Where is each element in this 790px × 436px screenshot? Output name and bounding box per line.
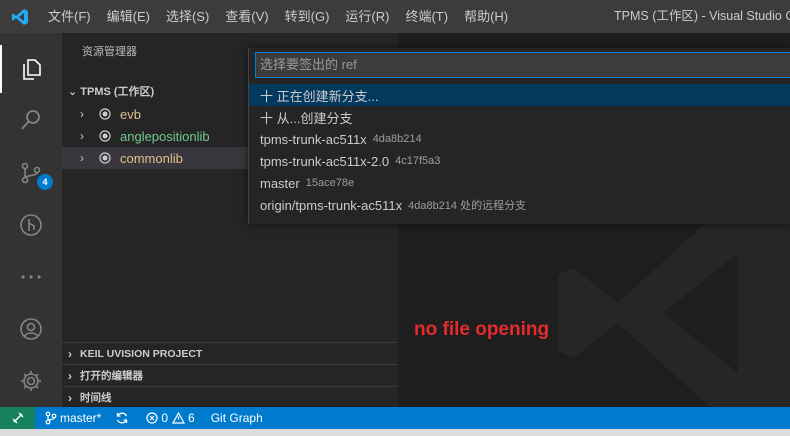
branch-name: master* xyxy=(60,411,102,425)
item-label: 十 从...创建分支 xyxy=(260,110,353,126)
checkout-quick-pick: 选择要签出的 ref 十 正在创建新分支... 十 从...创建分支 tpms-… xyxy=(248,48,790,224)
branch-status[interactable]: master* xyxy=(45,411,101,425)
item-commit: 15ace78e xyxy=(305,177,355,189)
explorer-icon[interactable] xyxy=(0,45,62,93)
menu-go[interactable]: 转到(G) xyxy=(277,0,338,33)
item-label: origin/tpms-trunk-ac511x xyxy=(260,197,403,213)
menu-view[interactable]: 查看(V) xyxy=(217,0,276,33)
chevron-right-icon: › xyxy=(68,346,72,361)
vscode-logo-icon xyxy=(0,0,40,33)
menu-run[interactable]: 运行(R) xyxy=(337,0,397,33)
account-icon[interactable] xyxy=(0,305,62,353)
section-label: KEIL UVISION PROJECT xyxy=(80,347,203,360)
title-bar: 文件(F) 编辑(E) 选择(S) 查看(V) 转到(G) 运行(R) 终端(T… xyxy=(0,0,790,33)
branch-item[interactable]: master 15ace78e xyxy=(249,172,790,194)
workspace-header[interactable]: ⌄ TPMS (工作区) xyxy=(68,83,154,99)
create-branch-from-item[interactable]: 十 从...创建分支 xyxy=(249,106,790,128)
window-title: TPMS (工作区) - Visual Studio Co xyxy=(614,9,790,23)
folder-label: commonlib xyxy=(120,150,183,166)
section-open-editors[interactable]: › 打开的编辑器 xyxy=(62,364,398,386)
chevron-right-icon: › xyxy=(68,390,72,405)
menu-help[interactable]: 帮助(H) xyxy=(456,0,516,33)
item-label: tpms-trunk-ac511x-2.0 xyxy=(260,153,390,169)
chevron-right-icon: › xyxy=(80,107,84,121)
folder-status-dot-icon xyxy=(98,151,112,165)
branch-item[interactable]: tpms-trunk-ac511x 4da8b214 xyxy=(249,128,790,150)
folder-label: evb xyxy=(120,106,141,122)
error-count: 0 xyxy=(161,411,169,425)
folder-status-dot-icon xyxy=(98,107,112,121)
chevron-down-icon: ⌄ xyxy=(68,86,81,98)
remote-indicator-icon[interactable] xyxy=(0,407,35,429)
scm-badge: 4 xyxy=(37,174,53,190)
menu-selection[interactable]: 选择(S) xyxy=(158,0,217,33)
warning-count: 6 xyxy=(188,411,195,425)
section-label: 打开的编辑器 xyxy=(80,370,143,382)
folder-label: anglepositionlib xyxy=(120,128,210,144)
menu-terminal[interactable]: 终端(T) xyxy=(397,0,456,33)
chevron-right-icon: › xyxy=(80,151,84,165)
section-label: 时间线 xyxy=(80,392,112,404)
more-icon[interactable] xyxy=(0,253,62,301)
sidebar-title: 资源管理器 xyxy=(82,46,137,58)
item-commit: 4c17f5a3 xyxy=(395,155,441,167)
bottom-strip xyxy=(0,429,790,436)
item-commit: 4da8b214 处的远程分支 xyxy=(408,200,527,212)
ref-search-input[interactable]: 选择要签出的 ref xyxy=(255,52,790,78)
chevron-right-icon: › xyxy=(80,129,84,143)
create-new-branch-item[interactable]: 十 正在创建新分支... xyxy=(249,84,790,106)
menu-file[interactable]: 文件(F) xyxy=(40,0,99,33)
menu-edit[interactable]: 编辑(E) xyxy=(99,0,158,33)
workspace-name: TPMS (工作区) xyxy=(80,86,155,98)
remote-branch-item[interactable]: origin/tpms-trunk-ac511x 4da8b214 处的远程分支 xyxy=(249,194,790,216)
menu-bar: 文件(F) 编辑(E) 选择(S) 查看(V) 转到(G) 运行(R) 终端(T… xyxy=(40,0,516,33)
item-label: 十 正在创建新分支... xyxy=(260,88,379,104)
branch-icon xyxy=(45,411,57,425)
git-graph-status[interactable]: Git Graph xyxy=(211,411,263,425)
status-bar: master* 0 6 Git Graph xyxy=(0,407,790,429)
chevron-right-icon: › xyxy=(68,368,72,383)
problems-status[interactable]: 0 6 xyxy=(146,411,195,425)
activity-bar: 4 xyxy=(0,33,62,407)
item-label: master xyxy=(260,175,300,191)
branch-item[interactable]: tpms-trunk-ac511x-2.0 4c17f5a3 xyxy=(249,150,790,172)
source-control-icon[interactable]: 4 xyxy=(0,149,62,197)
section-timeline[interactable]: › 时间线 xyxy=(62,386,398,407)
search-icon[interactable] xyxy=(0,96,62,144)
section-keil-uvision-project[interactable]: › KEIL UVISION PROJECT xyxy=(62,342,398,364)
error-icon xyxy=(146,412,158,424)
git-graph-icon[interactable] xyxy=(0,201,62,249)
no-file-annotation: no file opening xyxy=(414,319,550,340)
warning-icon xyxy=(172,412,186,424)
sync-icon[interactable] xyxy=(115,411,132,425)
item-label: tpms-trunk-ac511x xyxy=(260,131,367,147)
item-commit: 4da8b214 xyxy=(372,133,422,145)
folder-status-dot-icon xyxy=(98,129,112,143)
settings-gear-icon[interactable] xyxy=(0,357,62,405)
